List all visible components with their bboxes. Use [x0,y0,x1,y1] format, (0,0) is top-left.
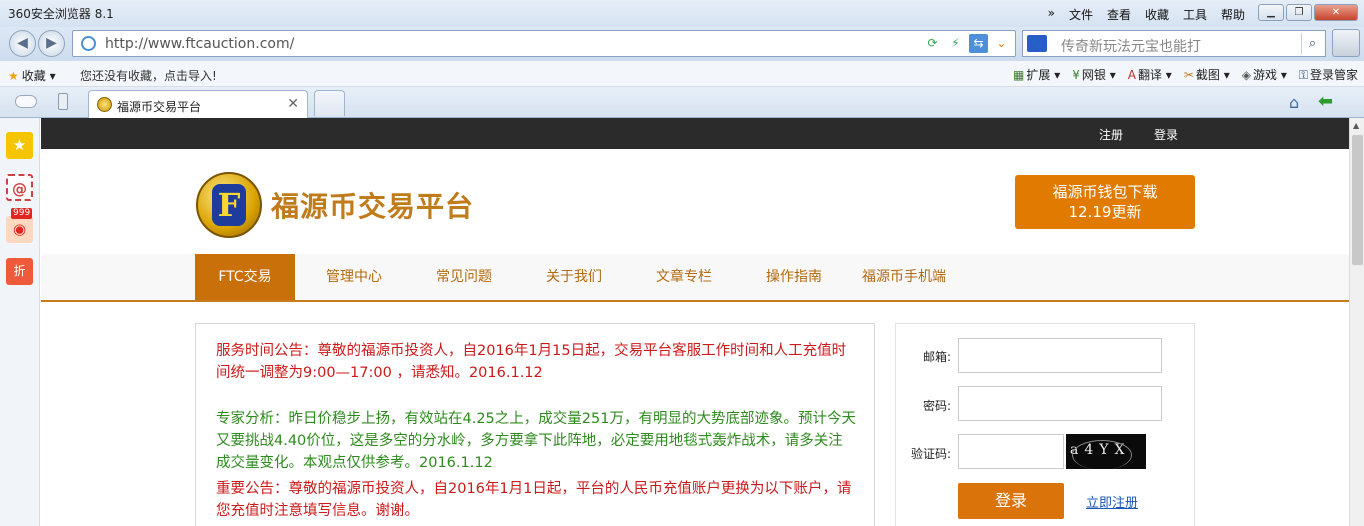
menu-view[interactable]: 查看 [1107,6,1131,23]
logo-letter: F [212,184,246,226]
search-hint[interactable]: 传奇新玩法元宝也能打 [1061,36,1201,56]
nav-faq[interactable]: 常见问题 [409,254,519,300]
login-form: 邮箱: 密码: 验证码: a4YX 登录 立即注册 [895,323,1195,526]
maximize-button[interactable]: ❐ [1286,4,1312,21]
captcha-label: 验证码: [910,447,951,461]
speed-mode-icon[interactable]: ⚡ [946,34,965,53]
favorites-bar: ★ 收藏 ▾ 您还没有收藏，点击导入! ▦ 扩展 ▾ ¥ 网银 ▾ A 翻译 ▾ ✂ 截图… [0,61,1364,87]
login-top-link[interactable]: 登录 [1154,126,1178,143]
web-page: 注册 登录 F 福源币交易平台 福源币钱包下载 12.19更新 FTC交易 管理… [41,118,1349,526]
phone-icon[interactable] [58,93,68,110]
key-icon: ⚿ [1298,68,1308,82]
scissors-icon: ✂ [1183,68,1194,82]
tab-title: 福源币交易平台 [117,100,202,114]
menu-favorites[interactable]: 收藏 [1145,6,1169,23]
scroll-up-icon[interactable]: ▲ [1353,121,1359,130]
site-title[interactable]: 福源币交易平台 [271,185,474,225]
translate-icon: A [1127,68,1136,82]
side-toolbar: ★ @ ◉ 999 折 [0,118,40,526]
globe-icon [81,36,96,51]
address-bar[interactable]: http://www.ftcauction.com/ ⟳ ⚡ ⇆ ⌄ [72,30,1016,57]
scroll-thumb[interactable] [1352,135,1363,265]
screenshot-button[interactable]: ✂ 截图 ▾ [1184,66,1230,83]
nav-about[interactable]: 关于我们 [519,254,629,300]
email-field[interactable] [958,338,1162,373]
toolbar-extensions: ▦ 扩展 ▾ ¥ 网银 ▾ A 翻译 ▾ ✂ 截图 ▾ ◈ 游戏 ▾ ⚿ 登录管家 [1013,66,1358,83]
captcha-image[interactable]: a4YX [1066,434,1146,469]
translate-button[interactable]: A 翻译 ▾ [1128,66,1172,83]
menu-more[interactable]: » [1048,6,1055,23]
favorites-label: 收藏 [21,69,46,83]
register-link[interactable]: 立即注册 [1086,492,1138,511]
close-tab-icon[interactable]: ✕ [287,96,299,112]
site-favicon-icon [97,97,112,112]
netbank-button[interactable]: ¥ 网银 ▾ [1072,66,1116,83]
import-favorites-link[interactable]: 您还没有收藏，点击导入! [80,67,217,84]
forward-button[interactable]: ▶ [38,30,65,57]
favorites-menu[interactable]: ★ 收藏 ▾ [8,67,56,84]
tab-active[interactable]: 福源币交易平台 ✕ [88,90,308,118]
download-label: 福源币钱包下载 [1052,183,1158,201]
nav-articles[interactable]: 文章专栏 [629,254,739,300]
service-time-notice: 服务时间公告：尊敬的福源币投资人，自2016年1月15日起，交易平台客服工作时间… [216,343,847,381]
menu-file[interactable]: 文件 [1069,6,1093,23]
grid-icon: ▦ [1013,68,1025,82]
address-text[interactable]: http://www.ftcauction.com/ [105,36,294,52]
weibo-count-badge: 999 [11,208,33,219]
menu-tools[interactable]: 工具 [1183,6,1207,23]
close-window-button[interactable]: ✕ [1314,4,1358,21]
main-nav: FTC交易 管理中心 常见问题 关于我们 文章专栏 操作指南 福源币手机端 [41,254,1349,302]
star-icon: ★ [8,69,19,83]
register-top-link[interactable]: 注册 [1099,126,1123,143]
announcement-panel: 服务时间公告：尊敬的福源币投资人，自2016年1月15日起，交易平台客服工作时间… [195,323,875,526]
mail-icon[interactable]: @ [6,174,33,201]
nav-mobile[interactable]: 福源币手机端 [849,254,959,300]
menu-help[interactable]: 帮助 [1221,6,1245,23]
window-controls: ▁ ❐ ✕ [1258,4,1358,21]
password-label: 密码: [922,399,951,413]
window-title: 360安全浏览器 8.1 [8,7,114,21]
captcha-field[interactable] [958,434,1064,469]
login-manager-button[interactable]: ⚿ 登录管家 [1299,66,1358,83]
gamepad-icon: ◈ [1241,68,1251,82]
search-icon[interactable]: ⌕ [1301,33,1323,54]
dropdown-chevron-icon[interactable]: ⌄ [992,34,1011,53]
wallet-download-button[interactable]: 福源币钱包下载 12.19更新 [1015,175,1195,229]
email-label: 邮箱: [922,350,951,364]
important-notice: 重要公告：尊敬的福源币投资人，自2016年1月1日起，平台的人民币充值账户更换为… [216,481,852,519]
favorites-star-icon[interactable]: ★ [6,132,33,159]
address-toolbar: ◀ ▶ http://www.ftcauction.com/ ⟳ ⚡ ⇆ ⌄ 🐾… [0,27,1364,61]
site-logo[interactable]: F [196,172,262,238]
window-titlebar: 360安全浏览器 8.1 » 文件 查看 收藏 工具 帮助 👕 ▁ ❐ ✕ [0,0,1364,27]
download-update-date: 12.19更新 [1068,203,1142,221]
back-button[interactable]: ◀ [9,30,36,57]
menu-bar: » 文件 查看 收藏 工具 帮助 👕 [1048,6,1274,23]
user-avatar[interactable] [1332,29,1360,57]
yen-icon: ¥ [1072,68,1080,82]
new-tab-button[interactable] [314,90,345,116]
page-scrollbar[interactable]: ▲ [1349,118,1364,526]
compat-mode-icon[interactable]: ⇆ [969,34,988,53]
nav-guide[interactable]: 操作指南 [739,254,849,300]
undo-arrow-icon[interactable]: ⬅ [1318,91,1333,112]
refresh-icon[interactable]: ⟳ [923,34,942,53]
weibo-icon[interactable]: ◉ 999 [6,208,33,243]
login-button[interactable]: 登录 [958,483,1064,519]
expert-analysis: 专家分析：昨日价稳步上扬，有效站在4.25之上，成交量251万，有明显的大势底部… [216,411,856,471]
cloud-icon[interactable] [15,95,37,108]
nav-management[interactable]: 管理中心 [299,254,409,300]
extensions-button[interactable]: ▦ 扩展 ▾ [1013,66,1060,83]
home-icon[interactable]: ⌂ [1289,93,1299,112]
search-box[interactable]: 🐾 传奇新玩法元宝也能打 ⌕ [1022,30,1326,57]
games-button[interactable]: ◈ 游戏 ▾ [1242,66,1287,83]
nav-ftc-trade[interactable]: FTC交易 [195,254,295,300]
password-field[interactable] [958,386,1162,421]
tab-bar: 福源币交易平台 ✕ ⌂ ⬅ [0,87,1364,118]
top-strip: 注册 登录 [41,118,1349,149]
discount-icon[interactable]: 折 [6,258,33,285]
paw-icon[interactable]: 🐾 [1027,35,1047,52]
minimize-button[interactable]: ▁ [1258,4,1284,21]
